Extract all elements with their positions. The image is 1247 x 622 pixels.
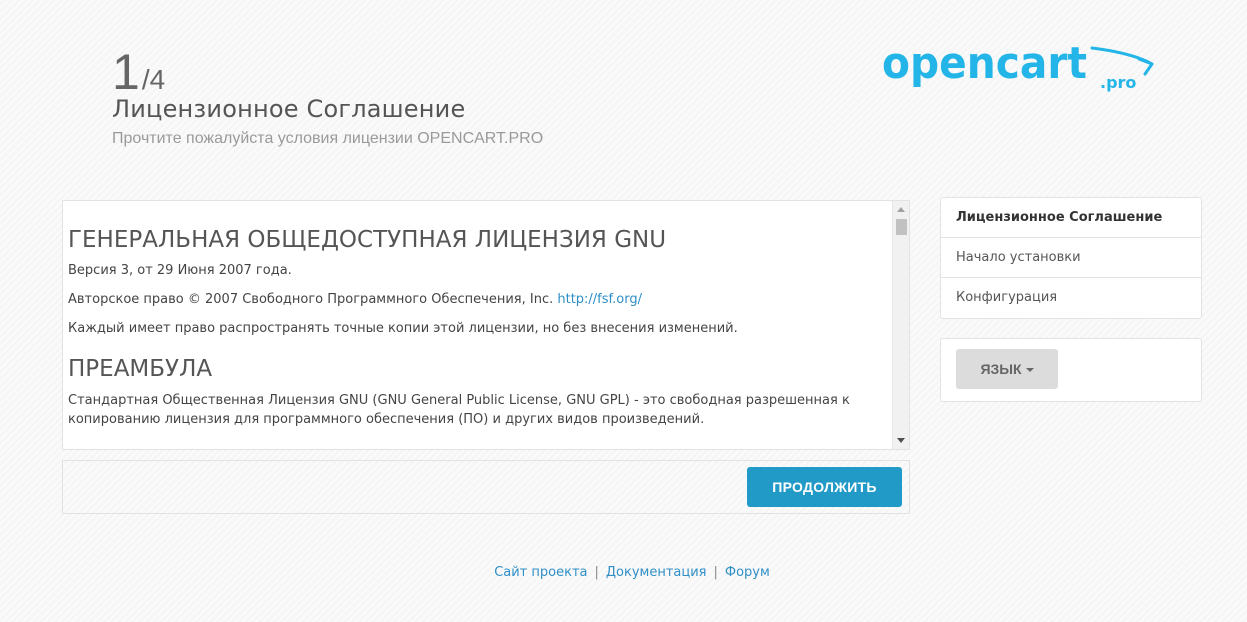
license-text-box[interactable]: ГЕНЕРАЛЬНАЯ ОБЩЕДОСТУПНАЯ ЛИЦЕНЗИЯ GNU В… — [62, 200, 910, 450]
action-bar: ПРОДОЛЖИТЬ — [62, 460, 910, 514]
footer-link-project-site[interactable]: Сайт проекта — [494, 565, 587, 580]
license-content: ГЕНЕРАЛЬНАЯ ОБЩЕДОСТУПНАЯ ЛИЦЕНЗИЯ GNU В… — [68, 201, 891, 439]
footer-separator: | — [713, 565, 718, 580]
opencart-pro-logo: opencart .pro — [882, 40, 1154, 92]
scrollbar-thumb[interactable] — [896, 219, 907, 235]
language-button-label: ЯЗЫК — [980, 361, 1022, 377]
step-indicator: 1/4 — [112, 44, 165, 100]
preamble-text: Стандартная Общественная Лицензия GNU (G… — [68, 393, 850, 427]
license-notice: Каждый имеет право распространять точные… — [68, 321, 738, 336]
footer-link-documentation[interactable]: Документация — [606, 565, 707, 580]
logo-main-text: opencart — [882, 40, 1087, 89]
caret-down-icon — [1025, 368, 1034, 373]
license-scrollbar[interactable] — [892, 201, 909, 449]
license-copyright: Авторское право © 2007 Свободного Програ… — [68, 290, 891, 309]
fsf-link[interactable]: http://fsf.org/ — [557, 292, 642, 307]
step-item-installation[interactable]: Начало установки — [941, 238, 1201, 278]
continue-button[interactable]: ПРОДОЛЖИТЬ — [747, 467, 902, 507]
step-total: /4 — [141, 64, 166, 95]
step-item-license[interactable]: Лицензионное Соглашение — [941, 198, 1201, 238]
page-title: Лицензионное Соглашение — [112, 95, 466, 123]
step-item-configuration[interactable]: Конфигурация — [941, 278, 1201, 318]
page-subtitle: Прочтите пожалуйста условия лицензии OPE… — [112, 130, 544, 147]
copyright-text: Авторское право © 2007 Свободного Програ… — [68, 292, 558, 307]
license-version: Версия 3, от 29 Июня 2007 года. — [68, 263, 292, 278]
steps-panel: Лицензионное Соглашение Начало установки… — [940, 197, 1202, 319]
footer-separator: | — [594, 565, 599, 580]
scroll-down-icon[interactable] — [897, 438, 905, 443]
language-dropdown-button[interactable]: ЯЗЫК — [956, 349, 1058, 389]
step-current: 1 — [112, 44, 140, 100]
license-heading: ГЕНЕРАЛЬНАЯ ОБЩЕДОСТУПНАЯ ЛИЦЕНЗИЯ GNU — [68, 227, 667, 253]
logo-suffix-text: .pro — [1100, 73, 1136, 92]
scroll-up-icon[interactable] — [897, 207, 905, 212]
language-panel: ЯЗЫК — [940, 338, 1202, 402]
footer-link-forum[interactable]: Форум — [725, 565, 770, 580]
footer: Сайт проекта | Документация | Форум — [0, 565, 1247, 580]
preamble-heading: ПРЕАМБУЛА — [68, 356, 213, 382]
